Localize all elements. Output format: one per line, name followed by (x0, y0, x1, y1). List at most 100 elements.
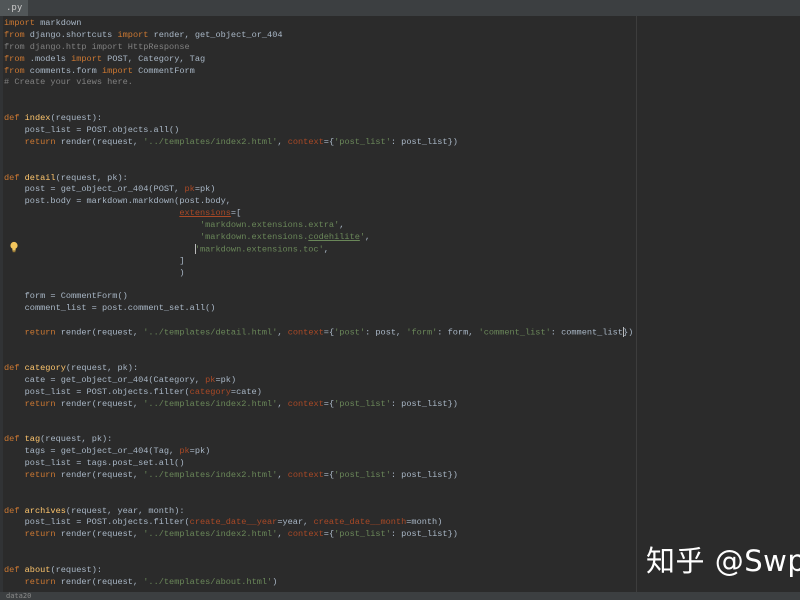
code-line: ] (4, 256, 633, 268)
code-token: ) (272, 576, 278, 587)
code-token: detail (19, 172, 56, 183)
code-token: (request, pk): (65, 362, 139, 373)
code-token: '../templates/index2.html' (143, 398, 278, 409)
code-token: markdown (34, 18, 82, 28)
code-line: post.body = markdown.markdown(post.body, (4, 196, 633, 208)
code-token: return (24, 136, 56, 147)
file-tab-label: .py (6, 3, 23, 13)
code-area[interactable]: import markdown from django.shortcuts imp… (4, 18, 633, 589)
code-token: =[ (230, 208, 242, 219)
code-token: def (4, 362, 20, 373)
code-token: 'post_list' (334, 469, 391, 480)
code-token: django.shortcuts (24, 29, 118, 40)
code-editor[interactable]: import markdown from django.shortcuts imp… (0, 16, 800, 592)
code-token: create_date__year (189, 517, 278, 528)
code-token: comments.form (24, 65, 102, 76)
code-token: context (287, 469, 324, 480)
code-line: def index(request): (4, 113, 633, 125)
code-token: : post_list}) (390, 469, 458, 480)
code-token: '../templates/about.html' (143, 576, 273, 587)
code-line: post_list = tags.post_set.all() (4, 458, 633, 470)
code-line: return render(request, '../templates/ind… (4, 137, 633, 149)
code-token: , (277, 398, 288, 409)
code-token: : form, (437, 327, 479, 338)
code-token: comment_list = post.comment_set.all() (4, 303, 216, 314)
code-token: ={ (323, 327, 335, 338)
code-token: (request, year, month): (65, 505, 185, 516)
code-token: =pk) (215, 374, 237, 385)
code-token: import (4, 18, 35, 28)
code-token: tag (19, 434, 41, 445)
code-token: '../templates/index2.html' (143, 529, 278, 540)
code-token: return (24, 529, 56, 540)
code-token: from (4, 53, 25, 64)
code-token: ) (4, 267, 185, 278)
code-token: about (19, 564, 51, 575)
code-line: 'markdown.extensions.extra', (4, 220, 633, 232)
code-token: return (24, 576, 56, 587)
code-token: =cate) (230, 386, 262, 397)
status-bar: data20 (0, 592, 800, 600)
editor-gutter (0, 16, 3, 592)
code-token: =month) (406, 517, 443, 528)
code-token: context (287, 398, 324, 409)
code-token: create_date__month (313, 517, 407, 528)
code-token: }) (622, 327, 634, 338)
code-token: pk (184, 184, 195, 195)
code-line: from .models import POST, Category, Tag (4, 54, 633, 66)
code-token: : post_list}) (390, 529, 458, 540)
code-token: post_list = POST.objects.filter( (4, 517, 190, 528)
code-token: , (277, 529, 288, 540)
code-token: codehilite (308, 232, 360, 243)
code-token: import (102, 65, 133, 76)
code-token: def (4, 564, 20, 575)
code-token: def (4, 113, 20, 124)
code-line: return render(request, '../templates/det… (4, 327, 633, 339)
code-token: def (4, 172, 20, 183)
code-token: : post_list}) (390, 136, 458, 147)
code-token: render(request, (55, 327, 144, 338)
code-token: .models (24, 53, 72, 64)
watermark-text: 知乎 @Swpa (646, 544, 800, 578)
code-token: import (71, 53, 103, 64)
code-token: , (277, 469, 288, 480)
code-token: category (19, 362, 66, 373)
file-tab[interactable]: .py (0, 0, 29, 16)
code-line: return render(request, '../templates/ind… (4, 470, 633, 482)
code-token: , (339, 220, 345, 231)
code-token: 'post_list' (334, 398, 391, 409)
lightbulb-icon[interactable] (9, 241, 19, 253)
code-token: # Create your views here. (4, 77, 133, 88)
code-token: 'post' (334, 327, 366, 338)
code-token: context (287, 327, 324, 338)
code-line: 'markdown.extensions.toc', (4, 243, 633, 256)
code-line: import markdown (4, 18, 633, 30)
code-token: ={ (323, 469, 335, 480)
code-token: pk (179, 446, 190, 457)
code-line: extensions=[ (4, 208, 633, 220)
code-line: post_list = POST.objects.filter(create_d… (4, 517, 633, 529)
code-token: cate = get_object_or_404(Category, (4, 374, 206, 385)
code-line: def archives(request, year, month): (4, 506, 633, 518)
code-token: archives (19, 505, 66, 516)
code-token: =pk) (189, 446, 211, 457)
code-line: def about(request): (4, 565, 633, 577)
code-token: from (4, 29, 25, 40)
code-line: cate = get_object_or_404(Category, pk=pk… (4, 375, 633, 387)
code-line: post = get_object_or_404(POST, pk=pk) (4, 184, 633, 196)
